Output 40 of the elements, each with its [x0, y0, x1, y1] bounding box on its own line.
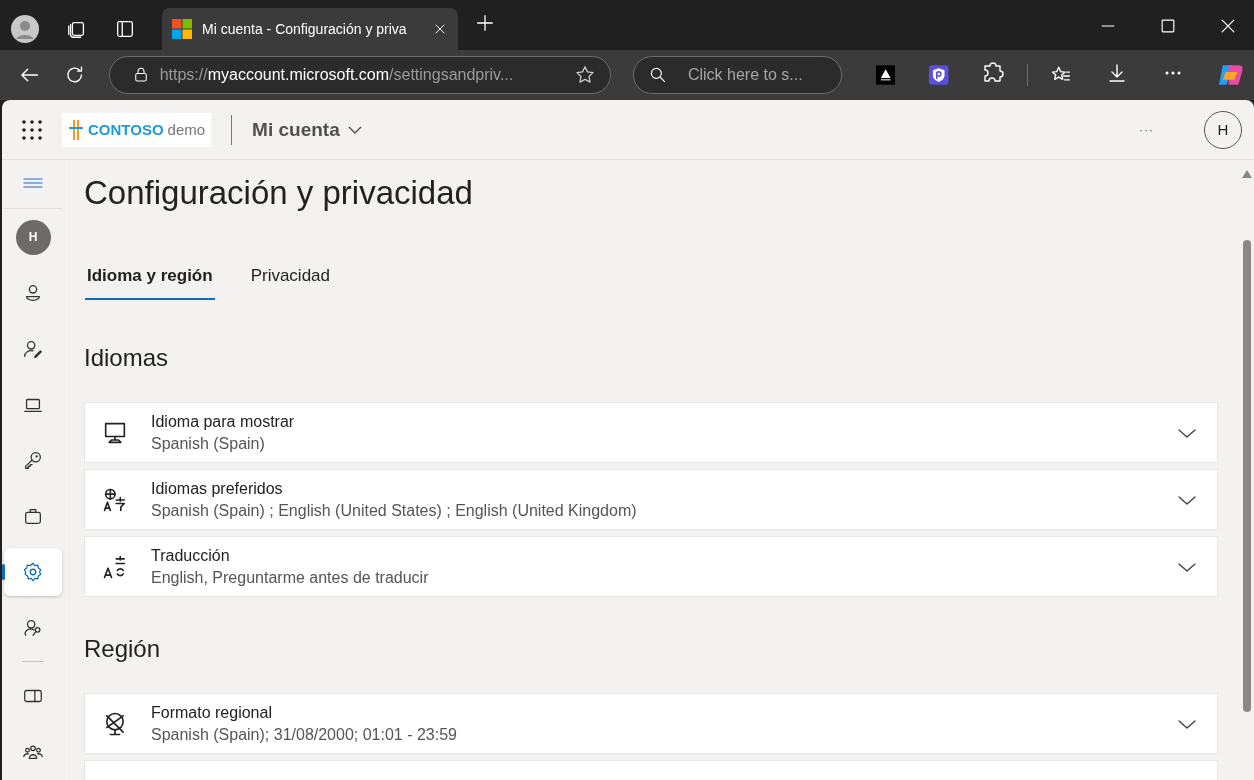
app-title-menu[interactable]: Mi cuenta	[252, 118, 362, 141]
section-heading: Región	[84, 635, 162, 663]
setting-value: Spanish (Spain) ; English (United States) ; English (United Kingdom)	[151, 501, 638, 520]
new-tab-icon[interactable]	[474, 12, 496, 34]
tab[interactable]: Idioma y región	[85, 260, 215, 300]
settings-icon	[22, 560, 44, 583]
setting-title: Traducción	[151, 546, 231, 565]
search-field[interactable]: Click here to s...	[632, 56, 842, 94]
section-heading: Idiomas	[84, 344, 170, 372]
user-avatar[interactable]: H	[15, 219, 51, 255]
scrollbar-thumb[interactable]	[1243, 240, 1251, 712]
windows-logo-icon	[172, 19, 192, 39]
brand-logo[interactable]: CONTOSO demo	[62, 112, 212, 147]
setting-title: Formato regional	[151, 703, 273, 722]
setting-title: Idioma para mostrar	[151, 412, 296, 431]
address-bar[interactable]: https://myaccount.microsoft.com/settingsandpriv...	[108, 56, 611, 94]
chevron-down-icon	[347, 125, 362, 134]
setting-card[interactable]: Idioma para mostrar Spanish (Spain)	[84, 402, 1218, 463]
nav-item[interactable]	[4, 547, 62, 596]
scroll-up-icon[interactable]	[1242, 170, 1252, 178]
shield-extension-icon[interactable]	[929, 65, 949, 85]
setting-card[interactable]: Traducción English, Preguntarme antes de traducir	[84, 536, 1218, 597]
setting-value: English, Preguntarme antes de traducir	[151, 568, 430, 587]
app-launcher-icon[interactable]	[22, 119, 42, 140]
extension-icon[interactable]	[875, 65, 896, 85]
logo-mark-icon	[68, 118, 84, 141]
profile-avatar-icon[interactable]	[10, 14, 40, 44]
key-icon	[22, 449, 44, 472]
browser-tab[interactable]: Mi cuenta - Configuración y priva	[162, 8, 458, 50]
tab[interactable]: Privacidad	[248, 260, 332, 300]
setting-value: Spanish (Spain); 31/08/2000; 01:01 - 23:59	[151, 725, 458, 744]
setting-card[interactable]: Idiomas preferidos Spanish (Spain) ; English (United States) ; English (United Kingdom)	[84, 469, 1218, 530]
setting-card[interactable]: Formato regional Spanish (Spain); 31/08/2000; 01:01 - 23:59	[84, 693, 1218, 754]
setting-value: Spanish (Spain)	[151, 434, 266, 453]
setting-title: Idiomas preferidos	[151, 479, 284, 498]
favorite-star-icon[interactable]	[573, 64, 596, 86]
copilot-icon[interactable]	[1216, 62, 1244, 88]
vertical-tabs-icon[interactable]	[114, 18, 136, 40]
more-button[interactable]: ···	[1139, 122, 1154, 137]
page-title: Configuración y privacidad	[84, 174, 474, 213]
